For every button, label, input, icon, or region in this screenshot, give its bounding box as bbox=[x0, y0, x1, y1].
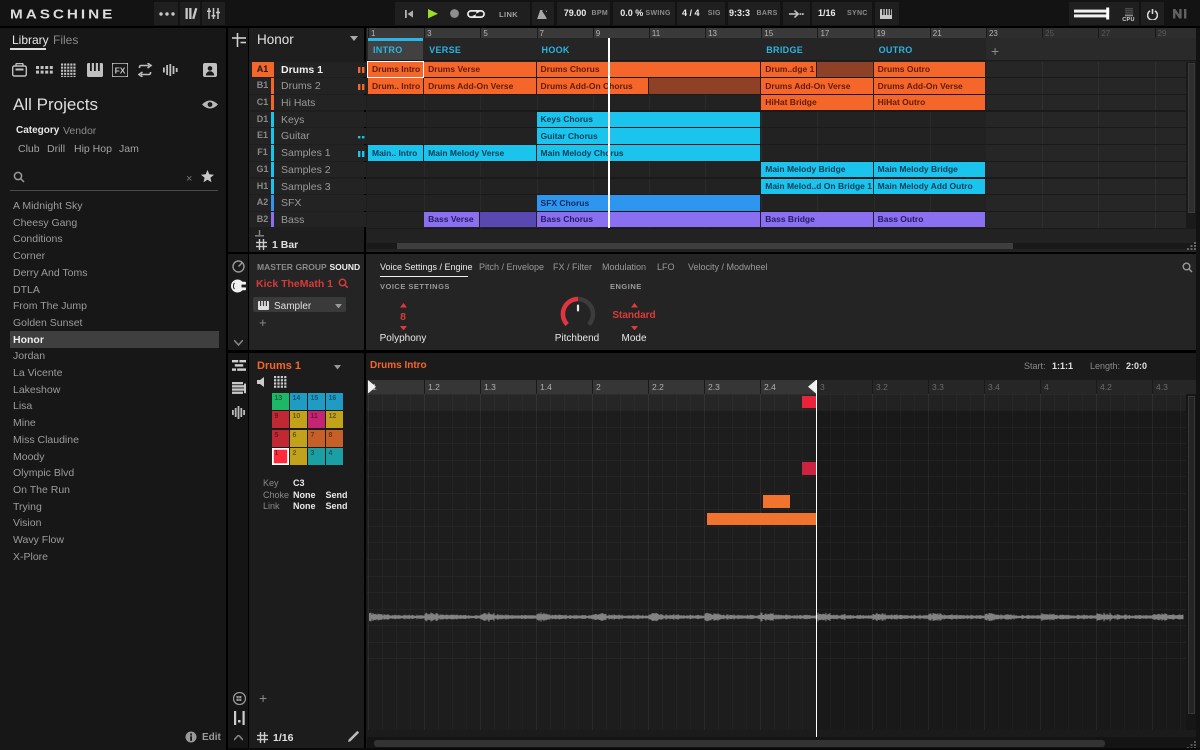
svg-text:FX: FX bbox=[115, 66, 126, 76]
